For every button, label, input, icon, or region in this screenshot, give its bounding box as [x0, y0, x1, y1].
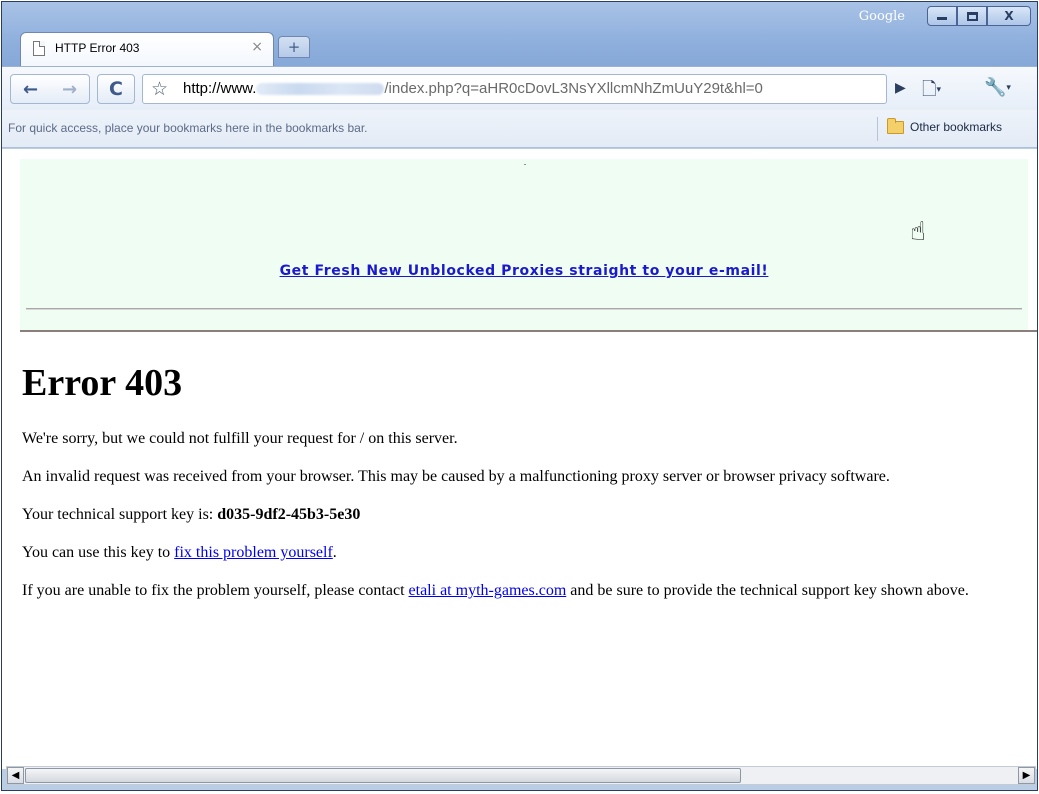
bookmarks-separator	[877, 117, 878, 141]
unblocked-proxies-link[interactable]: Get Fresh New Unblocked Proxies straight…	[20, 263, 1028, 279]
chevron-down-icon: ▾	[936, 85, 942, 95]
bookmarks-bar: For quick access, place your bookmarks h…	[2, 110, 1037, 148]
window-controls: X	[927, 6, 1031, 26]
support-key-line: Your technical support key is: d035-9df2…	[22, 503, 1022, 526]
page-icon: 🗋	[922, 79, 937, 100]
contact-email-link[interactable]: etali at myth-games.com	[409, 582, 567, 599]
scroll-right-button[interactable]: ▶	[1018, 767, 1035, 784]
fix-suffix: .	[332, 544, 337, 561]
fix-problem-link[interactable]: fix this problem yourself	[174, 544, 333, 561]
minimize-icon	[937, 17, 947, 20]
support-key-value: d035-9df2-45b3-5e30	[217, 506, 361, 523]
forward-button[interactable]: →	[50, 79, 89, 100]
wrench-icon: 🔧	[984, 77, 1007, 98]
scroll-left-button[interactable]: ◀	[7, 767, 24, 784]
page-title: Error 403	[22, 362, 183, 404]
back-button[interactable]: ←	[11, 79, 50, 100]
reload-button[interactable]: C	[97, 74, 135, 104]
new-tab-button[interactable]: +	[278, 36, 310, 58]
url-text[interactable]: http://www. /index.php?q=aHR0cDovL3NsYXll…	[183, 80, 763, 97]
go-icon[interactable]: ▶	[895, 80, 906, 96]
fix-line: You can use this key to fix this problem…	[22, 541, 1022, 564]
tab-title: HTTP Error 403	[55, 41, 140, 55]
other-bookmarks-button[interactable]: Other bookmarks	[887, 117, 1003, 134]
maximize-button[interactable]	[957, 6, 987, 26]
navigation-toolbar: ← → C ☆ http://www. /index.php?q=aHR0cDov…	[2, 66, 1037, 110]
address-bar[interactable]: ☆ http://www. /index.php?q=aHR0cDovL3NsYX…	[142, 74, 887, 104]
chevron-down-icon: ▾	[1006, 83, 1011, 93]
bookmarks-hint: For quick access, place your bookmarks h…	[8, 121, 368, 135]
tab-close-icon[interactable]: ×	[251, 39, 263, 55]
contact-prefix: If you are unable to fix the problem you…	[22, 582, 409, 599]
close-window-button[interactable]: X	[987, 6, 1031, 26]
error-message: We're sorry, but we could not fulfill yo…	[22, 430, 458, 447]
url-path: /index.php?q=aHR0cDovL3NsYXllcmNhZmUuY29…	[384, 80, 763, 97]
hand-cursor-icon: ☝	[910, 217, 926, 247]
browser-window: Google X HTTP Error 403 × + ← → C ☆ http…	[1, 1, 1038, 791]
horizontal-scrollbar[interactable]: ◀ ▶	[6, 766, 1036, 785]
other-bookmarks-label: Other bookmarks	[910, 120, 1003, 134]
contact-line: If you are unable to fix the problem you…	[22, 579, 1022, 602]
banner-dot	[524, 164, 526, 165]
scrollbar-thumb[interactable]	[25, 768, 741, 783]
error-explanation: An invalid request was received from you…	[22, 468, 890, 485]
page-menu-button[interactable]: 🗋▾	[922, 77, 941, 107]
folder-icon	[887, 117, 904, 134]
banner-divider	[26, 308, 1022, 310]
maximize-icon	[966, 11, 978, 21]
error-document: Error 403 We're sorry, but we could not …	[22, 361, 1022, 617]
window-brand: Google	[858, 9, 905, 24]
url-redacted	[256, 83, 385, 96]
contact-suffix: and be sure to provide the technical sup…	[566, 582, 969, 599]
title-bar: Google X HTTP Error 403 × +	[2, 2, 1037, 67]
bookmark-star-icon[interactable]: ☆	[151, 78, 168, 100]
content-divider	[20, 330, 1037, 332]
tab-http-error-403[interactable]: HTTP Error 403 ×	[20, 32, 274, 67]
back-forward-group: ← →	[10, 74, 90, 104]
minimize-button[interactable]	[927, 6, 957, 26]
url-host: http://www.	[183, 80, 257, 97]
wrench-menu-button[interactable]: 🔧▾	[984, 77, 1011, 98]
page-content: Get Fresh New Unblocked Proxies straight…	[2, 149, 1037, 769]
support-key-label: Your technical support key is:	[22, 506, 218, 523]
proxy-banner: Get Fresh New Unblocked Proxies straight…	[20, 159, 1028, 331]
fix-prefix: You can use this key to	[22, 544, 175, 561]
page-icon	[33, 41, 45, 56]
